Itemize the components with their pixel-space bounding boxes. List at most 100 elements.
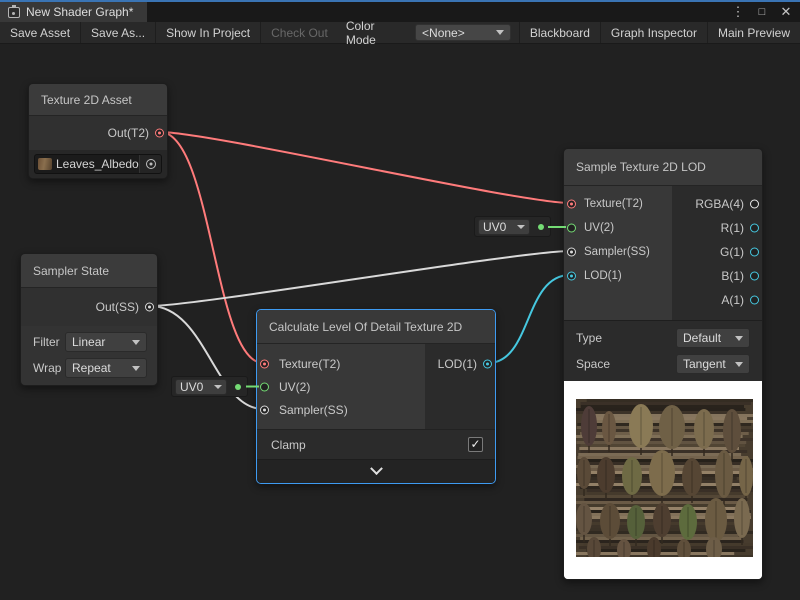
node-header[interactable]: Sample Texture 2D LOD	[564, 149, 762, 186]
save-asset-button[interactable]: Save Asset	[0, 22, 81, 43]
input-port-lod[interactable]	[567, 272, 576, 281]
node-header[interactable]: Calculate Level Of Detail Texture 2D	[257, 310, 495, 344]
save-as-button[interactable]: Save As...	[81, 22, 156, 43]
output-port-g[interactable]	[750, 248, 759, 257]
node-title: Texture 2D Asset	[41, 93, 132, 107]
chevron-down-icon	[735, 362, 743, 367]
node-header[interactable]: Sampler State	[21, 254, 157, 288]
input-port-sampler[interactable]	[260, 405, 269, 414]
clamp-row: Clamp ✓	[257, 429, 495, 459]
type-value: Default	[683, 331, 721, 345]
port-label: R(1)	[721, 221, 744, 235]
uv-channel-dropdown[interactable]: UV0	[175, 379, 227, 395]
chevron-down-icon	[214, 385, 222, 389]
clamp-checkbox[interactable]: ✓	[468, 437, 483, 452]
port-label: Out(T2)	[108, 126, 149, 140]
port-label: LOD(1)	[438, 357, 477, 371]
node-texture-2d-asset[interactable]: Texture 2D Asset Out(T2) Leaves_Albedo	[28, 83, 168, 179]
texture-thumbnail	[38, 158, 52, 170]
filter-value: Linear	[72, 335, 105, 349]
output-ports: LOD(1)	[425, 344, 495, 429]
object-picker-button[interactable]	[139, 155, 161, 173]
port-label: RGBA(4)	[695, 197, 744, 211]
window-controls: ⋮ □ ✕	[728, 2, 800, 22]
chevron-down-icon	[132, 366, 140, 371]
port-label: B(1)	[721, 269, 744, 283]
type-label: Type	[576, 331, 676, 345]
uv-default-chip-sample: UV0	[474, 216, 551, 237]
output-port-out-t2[interactable]	[155, 129, 164, 138]
uv-default-chip-calculate: UV0	[171, 376, 248, 397]
node-sample-texture-2d-lod[interactable]: Sample Texture 2D LOD Texture(T2) UV(2) …	[563, 148, 763, 580]
chevron-down-icon	[517, 225, 525, 229]
port-label: Out(SS)	[96, 300, 139, 314]
input-port-sampler[interactable]	[567, 248, 576, 257]
filter-dropdown[interactable]: Linear	[65, 332, 147, 352]
port-label: Texture(T2)	[257, 357, 340, 371]
object-picker-icon	[146, 159, 156, 169]
check-out-button: Check Out	[261, 22, 338, 43]
color-mode-dropdown[interactable]: <None>	[415, 24, 511, 41]
maximize-icon[interactable]: □	[752, 6, 772, 18]
input-ports: Texture(T2) UV(2) Sampler(SS)	[257, 344, 425, 429]
texture-field-row: Leaves_Albedo	[29, 150, 167, 178]
texture-name: Leaves_Albedo	[56, 157, 139, 171]
port-label: A(1)	[721, 293, 744, 307]
output-port-lod[interactable]	[483, 359, 492, 368]
output-port-rgba[interactable]	[750, 200, 759, 209]
blackboard-toggle-button[interactable]: Blackboard	[520, 22, 601, 43]
filter-label: Filter	[33, 335, 65, 349]
port-row: Out(T2)	[29, 116, 167, 150]
tab-shader-graph[interactable]: New Shader Graph*	[0, 2, 147, 22]
sampler-controls: Filter Linear Wrap Repeat	[21, 326, 157, 385]
node-title: Sample Texture 2D LOD	[576, 160, 706, 174]
port-label: G(1)	[720, 245, 744, 259]
node-sampler-state[interactable]: Sampler State Out(SS) Filter Linear Wrap…	[20, 253, 158, 386]
output-port-r[interactable]	[750, 224, 759, 233]
graph-toolbar: Save Asset Save As... Show In Project Ch…	[0, 22, 800, 44]
node-calculate-lod-texture-2d[interactable]: Calculate Level Of Detail Texture 2D Tex…	[256, 309, 496, 484]
input-port-uv[interactable]	[260, 382, 269, 391]
wrap-dropdown[interactable]: Repeat	[65, 358, 147, 378]
uv-channel-dropdown[interactable]: UV0	[478, 219, 530, 235]
close-icon[interactable]: ✕	[776, 4, 796, 20]
space-value: Tangent	[683, 357, 726, 371]
collapse-chevron-icon[interactable]	[370, 462, 383, 475]
port-label: Sampler(SS)	[564, 246, 650, 258]
port-label: Sampler(SS)	[257, 403, 348, 417]
main-preview-toggle-button[interactable]: Main Preview	[708, 22, 800, 43]
chevron-down-icon	[496, 30, 504, 35]
graph-inspector-toggle-button[interactable]: Graph Inspector	[601, 22, 708, 43]
node-header[interactable]: Texture 2D Asset	[29, 84, 167, 116]
output-ports: RGBA(4) R(1) G(1) B(1) A(1)	[672, 186, 762, 320]
chevron-down-icon	[735, 336, 743, 341]
window-menu-icon[interactable]: ⋮	[728, 4, 748, 20]
input-port-texture[interactable]	[567, 200, 576, 209]
node-title: Sampler State	[33, 264, 109, 278]
output-port-b[interactable]	[750, 272, 759, 281]
input-port-uv[interactable]	[567, 224, 576, 233]
tab-title: New Shader Graph*	[26, 5, 133, 19]
input-port-texture[interactable]	[260, 359, 269, 368]
space-dropdown[interactable]: Tangent	[676, 354, 750, 374]
uv-channel-value: UV0	[483, 220, 506, 234]
output-port-out-ss[interactable]	[145, 303, 154, 312]
chevron-down-icon	[132, 340, 140, 345]
collapse-row	[257, 459, 495, 483]
clamp-label: Clamp	[271, 438, 468, 452]
sample-options: Type Default Space Tangent	[564, 320, 762, 381]
color-mode-label: Color Mode	[338, 22, 415, 43]
node-preview-image	[564, 381, 763, 579]
texture-object-field[interactable]: Leaves_Albedo	[34, 154, 162, 174]
space-label: Space	[576, 357, 676, 371]
type-dropdown[interactable]: Default	[676, 328, 750, 348]
input-ports: Texture(T2) UV(2) Sampler(SS) LOD(1)	[564, 186, 672, 320]
wrap-label: Wrap	[33, 361, 65, 375]
node-title: Calculate Level Of Detail Texture 2D	[269, 320, 462, 334]
wrap-value: Repeat	[72, 361, 111, 375]
color-mode-value: <None>	[422, 26, 465, 40]
uv-port-dot	[235, 384, 241, 390]
uv-port-dot	[538, 224, 544, 230]
show-in-project-button[interactable]: Show In Project	[156, 22, 261, 43]
output-port-a[interactable]	[750, 296, 759, 305]
